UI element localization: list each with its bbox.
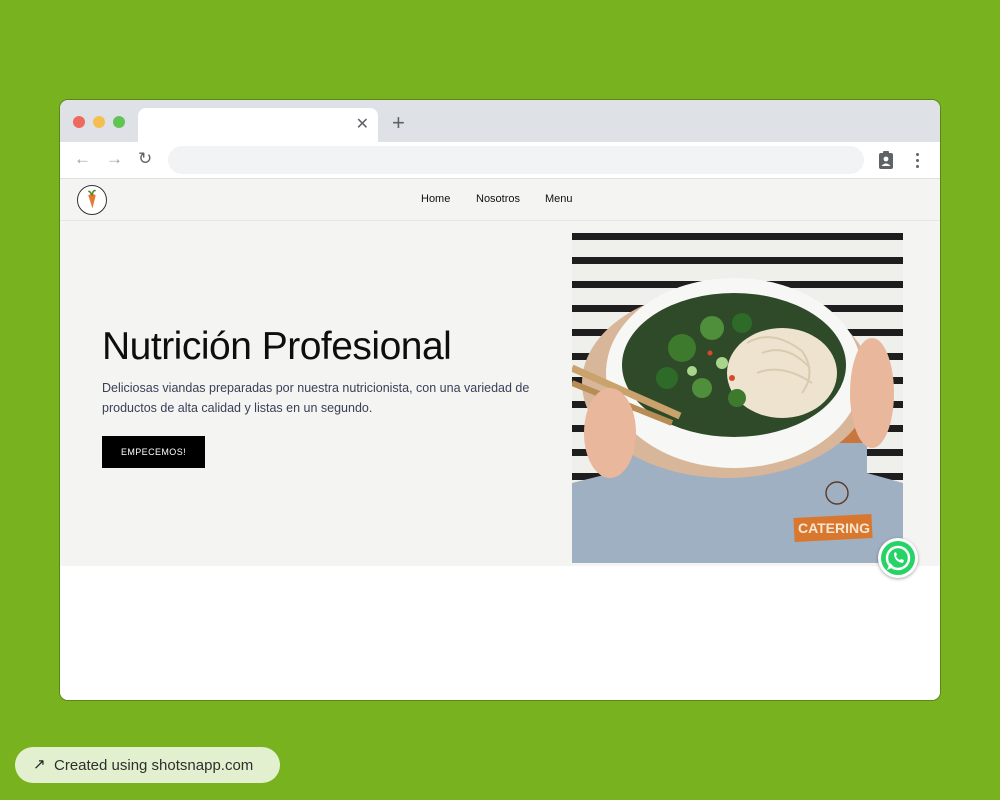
hero-section: Nutrición Profesional Deliciosas viandas… — [60, 221, 940, 578]
cta-button[interactable]: EMPECEMOS! — [102, 436, 205, 468]
close-window-button[interactable] — [73, 116, 85, 128]
whatsapp-icon[interactable] — [878, 538, 918, 578]
hero-description: Deliciosas viandas preparadas por nuestr… — [102, 381, 530, 415]
browser-toolbar: ← → ↻ — [60, 142, 940, 179]
browser-window: ✕ + ← → ↻ Home Nosotros Menu Nutrición P… — [60, 100, 940, 700]
back-arrow-icon[interactable]: ← — [74, 150, 91, 168]
new-tab-button[interactable]: + — [392, 112, 405, 134]
clipboard-icon[interactable] — [878, 151, 894, 169]
forward-arrow-icon[interactable]: → — [106, 150, 123, 168]
maximize-window-button[interactable] — [113, 116, 125, 128]
browser-tab[interactable]: ✕ — [138, 108, 378, 142]
site-header: Home Nosotros Menu — [60, 179, 940, 221]
tab-bar: ✕ + — [60, 100, 940, 142]
nav-link-menu[interactable]: Menu — [545, 193, 573, 205]
reload-icon[interactable]: ↻ — [138, 150, 152, 168]
nav-link-nosotros[interactable]: Nosotros — [476, 193, 520, 205]
catering-badge: CATERING — [798, 520, 870, 536]
carrot-logo-icon[interactable] — [77, 185, 107, 215]
address-bar[interactable] — [168, 146, 864, 174]
website-content: Home Nosotros Menu Nutrición Profesional… — [60, 179, 940, 700]
hero-image: CATERING — [572, 233, 903, 563]
external-link-icon: ↗ — [33, 756, 46, 773]
nav-link-home[interactable]: Home — [421, 193, 450, 205]
hero-title: Nutrición Profesional — [102, 325, 452, 368]
created-with-badge[interactable]: ↗ Created using shotsnapp.com — [15, 747, 280, 783]
close-icon[interactable]: ✕ — [356, 116, 369, 134]
badge-label: Created using shotsnapp.com — [54, 757, 254, 774]
more-vert-icon[interactable] — [912, 150, 922, 170]
minimize-window-button[interactable] — [93, 116, 105, 128]
